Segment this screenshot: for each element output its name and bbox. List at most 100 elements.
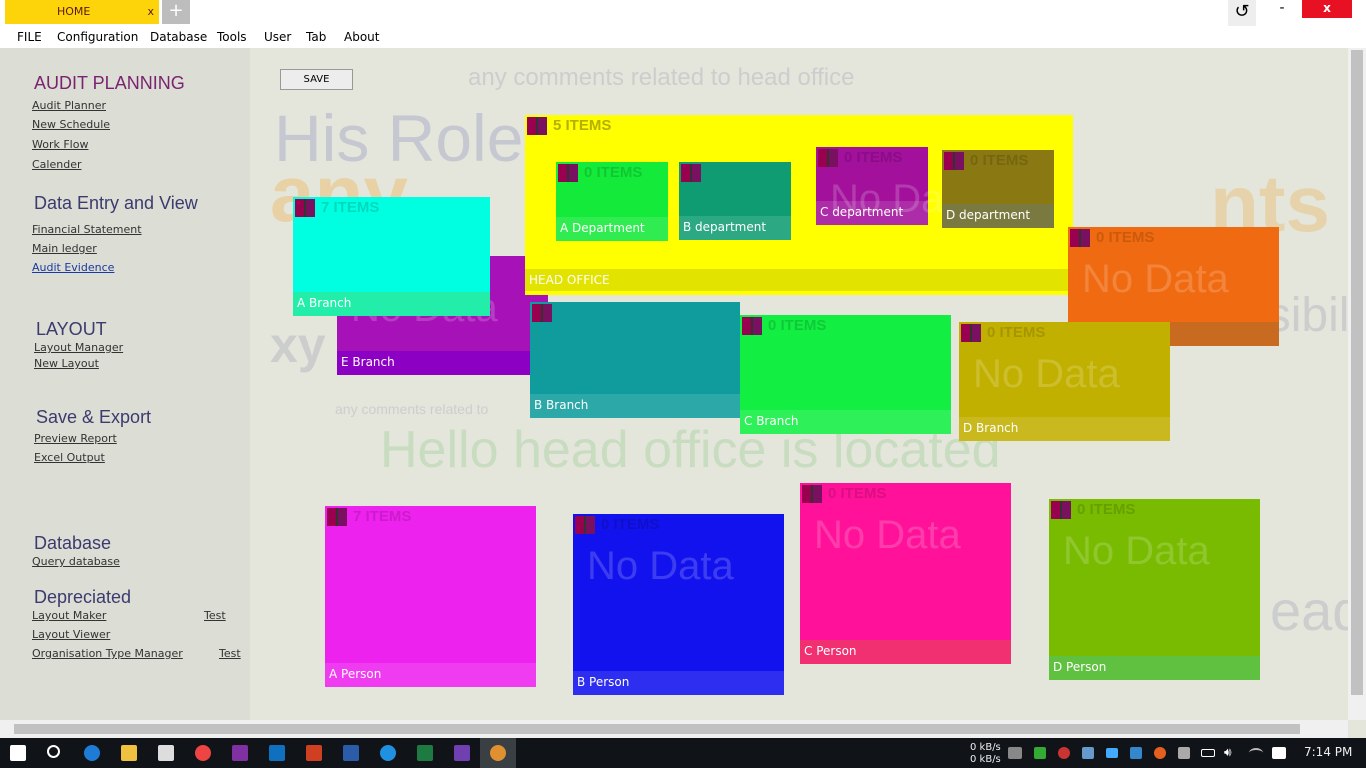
tab-home[interactable]: HOME x (5, 0, 159, 24)
link-calender[interactable]: Calender (32, 158, 82, 171)
tile-c-department[interactable]: 0 ITEMS No Data C department (816, 147, 977, 225)
close-window-button[interactable]: x (1302, 0, 1352, 18)
drag-handle-icon[interactable] (681, 164, 701, 182)
drag-handle-icon[interactable] (742, 317, 762, 335)
link-excel-output[interactable]: Excel Output (34, 451, 105, 464)
menu-file[interactable]: FILE (17, 30, 42, 44)
usb-icon[interactable] (1034, 747, 1046, 759)
battery-icon[interactable] (1201, 749, 1215, 757)
tile-a-person[interactable]: 7 ITEMS A Person (325, 506, 536, 687)
cloud-error-icon[interactable] (1058, 747, 1070, 759)
notifications-icon[interactable] (1272, 747, 1286, 759)
drag-handle-icon[interactable] (961, 324, 981, 342)
wifi-icon[interactable] (1249, 748, 1263, 758)
word-icon[interactable] (343, 745, 359, 761)
tile-a-department[interactable]: 0 ITEMS A Department (556, 162, 668, 241)
link-audit-planner[interactable]: Audit Planner (32, 99, 106, 112)
link-financial-statement[interactable]: Financial Statement (32, 223, 142, 236)
scroll-thumb[interactable] (1351, 50, 1363, 695)
tray-icon[interactable] (1082, 747, 1094, 759)
drag-handle-icon[interactable] (295, 199, 315, 217)
scroll-thumb[interactable] (14, 724, 1300, 734)
update-icon[interactable] (1154, 747, 1166, 759)
section-data-entry: Data Entry and View (34, 193, 198, 213)
volume-icon[interactable]: 🔊︎ (1224, 745, 1240, 761)
link-new-layout[interactable]: New Layout (34, 357, 99, 370)
item-count: 0 ITEMS (828, 485, 887, 502)
link-preview-report[interactable]: Preview Report (34, 432, 117, 445)
add-tab-button[interactable]: + (162, 0, 190, 24)
drag-handle-icon[interactable] (1051, 501, 1071, 519)
save-button[interactable]: SAVE (280, 69, 353, 90)
tile-label: C department (816, 201, 928, 225)
link-layout-manager[interactable]: Layout Manager (34, 341, 123, 354)
drag-handle-icon[interactable] (575, 516, 595, 534)
tile-label: B Person (573, 671, 784, 695)
item-count: 0 ITEMS (844, 149, 903, 166)
outlook-icon[interactable] (269, 745, 285, 761)
menu-tools[interactable]: Tools (217, 30, 247, 44)
active-app-button[interactable] (480, 738, 516, 768)
drag-handle-icon[interactable] (532, 304, 552, 322)
powerpoint-icon[interactable] (306, 745, 322, 761)
tile-label: C Person (800, 640, 1011, 664)
horizontal-scrollbar[interactable] (0, 720, 1348, 738)
tab-home-label: HOME (57, 5, 91, 18)
tile-d-person[interactable]: 0 ITEMS No Data D Person (1049, 499, 1260, 680)
search-icon[interactable] (47, 745, 60, 758)
link-test-2[interactable]: Test (219, 647, 241, 660)
tile-b-branch[interactable]: B Branch (530, 302, 740, 418)
drag-handle-icon[interactable] (558, 164, 578, 182)
vertical-scrollbar[interactable] (1348, 48, 1366, 720)
tile-b-department[interactable]: B department (679, 162, 791, 240)
tile-c-branch[interactable]: 0 ITEMS C Branch (740, 315, 951, 434)
clock[interactable]: 7:14 PM (1304, 746, 1352, 758)
excel-icon[interactable] (417, 745, 433, 761)
tray-icon[interactable] (1106, 748, 1118, 758)
menu-user[interactable]: User (264, 30, 291, 44)
tile-d-branch[interactable]: 0 ITEMS No Data D Branch (959, 322, 1170, 441)
link-layout-maker[interactable]: Layout Maker (32, 609, 106, 622)
windows-start-icon[interactable] (10, 745, 26, 761)
onenote-icon[interactable] (232, 745, 248, 761)
tile-d-department[interactable]: 0 ITEMS D department (942, 150, 1054, 228)
tray-icon[interactable] (1130, 747, 1142, 759)
link-layout-viewer[interactable]: Layout Viewer (32, 628, 110, 641)
drag-handle-icon[interactable] (944, 152, 964, 170)
item-count: 0 ITEMS (768, 317, 827, 334)
drag-handle-icon[interactable] (1070, 229, 1090, 247)
file-explorer-icon[interactable] (121, 745, 137, 761)
menu-tab[interactable]: Tab (306, 30, 326, 44)
tile-a-branch[interactable]: 7 ITEMS A Branch (293, 197, 490, 316)
drag-handle-icon[interactable] (527, 117, 547, 135)
visual-studio-icon[interactable] (454, 745, 470, 761)
menu-about[interactable]: About (344, 30, 379, 44)
onenote-clip-icon[interactable] (1178, 747, 1190, 759)
link-organisation-type-manager[interactable]: Organisation Type Manager (32, 647, 183, 660)
drag-handle-icon[interactable] (802, 485, 822, 503)
app-icon[interactable] (380, 745, 396, 761)
link-new-schedule[interactable]: New Schedule (32, 118, 110, 131)
link-audit-evidence[interactable]: Audit Evidence (32, 261, 114, 274)
tile-b-person[interactable]: 0 ITEMS No Data B Person (573, 514, 784, 695)
minimize-button[interactable]: - (1268, 0, 1296, 18)
link-test-1[interactable]: Test (204, 609, 226, 622)
drag-handle-icon[interactable] (818, 149, 838, 167)
tile-c-person[interactable]: 0 ITEMS No Data C Person (800, 483, 1011, 664)
store-icon[interactable] (158, 745, 174, 761)
monitor-icon[interactable] (1008, 747, 1022, 759)
link-query-database[interactable]: Query database (32, 555, 120, 568)
drag-handle-icon[interactable] (327, 508, 347, 526)
edge-icon[interactable] (84, 745, 100, 761)
refresh-icon[interactable]: ↺ (1228, 0, 1256, 26)
tile-label: B department (679, 216, 791, 240)
chrome-icon[interactable] (195, 745, 211, 761)
watermark-text: any comments related to (335, 401, 489, 417)
link-main-ledger[interactable]: Main ledger (32, 242, 97, 255)
tab-close-button[interactable]: x (147, 0, 154, 24)
menu-database[interactable]: Database (150, 30, 207, 44)
item-count: 0 ITEMS (987, 324, 1046, 341)
menu-configuration[interactable]: Configuration (57, 30, 138, 44)
link-work-flow[interactable]: Work Flow (32, 138, 88, 151)
net-down: 0 kB/s (970, 754, 1001, 765)
